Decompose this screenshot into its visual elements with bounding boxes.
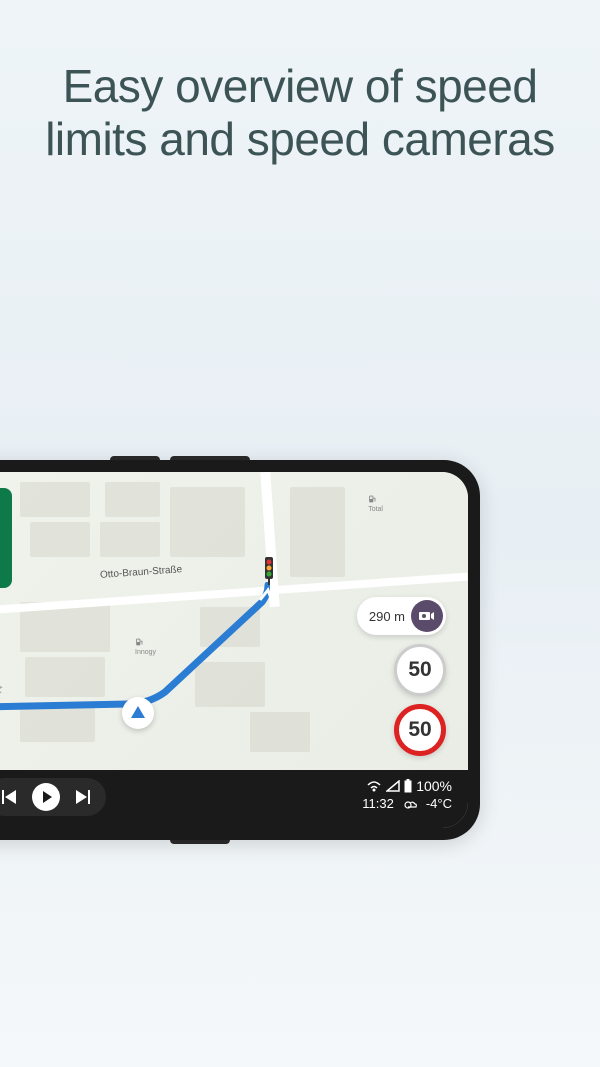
traffic-light-icon bbox=[263, 557, 275, 585]
street-name-label: Otto-Braun-Straße bbox=[100, 564, 183, 581]
clock-time: 11:32 bbox=[362, 796, 394, 811]
phone-hardware-button bbox=[170, 840, 230, 844]
play-button[interactable] bbox=[32, 783, 60, 811]
direction-panel[interactable] bbox=[0, 488, 12, 588]
speed-limit-sign: 50 bbox=[394, 644, 446, 696]
camera-icon bbox=[411, 600, 443, 632]
phone-frame: Otto-Braun-Straße Total Innogy bbox=[0, 460, 480, 840]
map-building bbox=[200, 607, 260, 647]
map-building bbox=[100, 522, 160, 557]
fuel-station-name: Innogy bbox=[135, 649, 156, 656]
marketing-headline: Easy overview of speed limits and speed … bbox=[0, 0, 600, 166]
temperature: -4°C bbox=[426, 796, 452, 811]
current-speed-sign: 50 bbox=[394, 704, 446, 756]
map-building bbox=[25, 657, 105, 697]
previous-track-button[interactable] bbox=[2, 790, 18, 804]
phone-screen: Otto-Braun-Straße Total Innogy bbox=[0, 472, 468, 828]
weather-icon bbox=[402, 798, 418, 810]
wifi-icon bbox=[366, 780, 382, 792]
map-view[interactable]: Otto-Braun-Straße Total Innogy bbox=[0, 472, 468, 770]
map-building bbox=[20, 707, 95, 742]
next-track-button[interactable] bbox=[74, 790, 90, 804]
map-building bbox=[170, 487, 245, 557]
media-controls bbox=[0, 778, 106, 816]
speed-camera-alert[interactable]: 290 m bbox=[357, 597, 446, 635]
fuel-station-icon: Total bbox=[368, 494, 383, 513]
camera-distance-label: 290 m bbox=[369, 609, 405, 624]
direction-arrow-icon bbox=[131, 706, 145, 718]
phone-mockup: Otto-Braun-Straße Total Innogy bbox=[0, 460, 480, 840]
gps-location-marker[interactable] bbox=[122, 697, 154, 729]
fuel-station-icon: Innogy bbox=[135, 637, 156, 656]
map-building bbox=[30, 522, 90, 557]
fuel-station-name: Total bbox=[368, 506, 383, 513]
battery-icon bbox=[404, 779, 412, 793]
map-building bbox=[105, 482, 160, 517]
status-bar: 100% 11:32 -4°C bbox=[0, 770, 468, 828]
map-building bbox=[20, 482, 90, 517]
map-building bbox=[195, 662, 265, 707]
layers-button[interactable] bbox=[0, 680, 4, 702]
map-building bbox=[250, 712, 310, 752]
battery-percentage: 100% bbox=[416, 778, 452, 794]
map-building bbox=[290, 487, 345, 577]
signal-icon bbox=[386, 780, 400, 792]
